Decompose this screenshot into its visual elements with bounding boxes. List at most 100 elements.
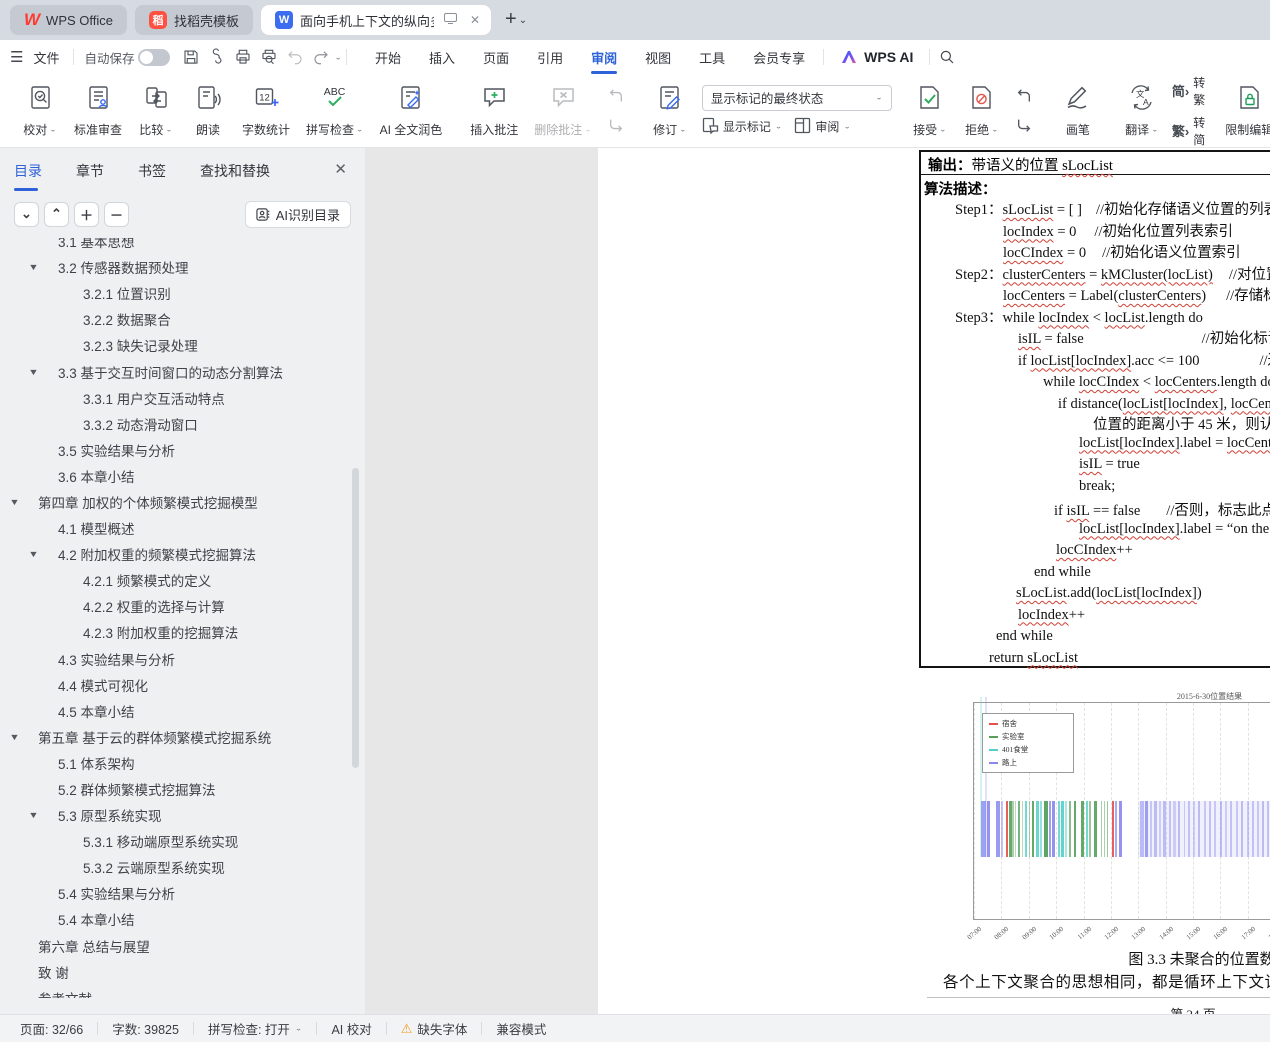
redo-icon[interactable] [308, 45, 334, 69]
删除批注-button[interactable]: 删除批注 ⌄ [526, 80, 600, 142]
toc-item[interactable]: 5.1 体系架构 [0, 750, 365, 776]
prev-change-button[interactable] [1012, 87, 1036, 107]
toc-item[interactable]: 4.2.1 频繁模式的定义 [0, 567, 365, 593]
undo-icon[interactable] [282, 45, 308, 69]
toc-item[interactable]: ▼ 第五章 基于云的群体频繁模式挖掘系统 [0, 724, 365, 750]
tab-list-chevron-icon[interactable]: ⌄ [519, 15, 527, 26]
share-icon[interactable] [204, 45, 230, 69]
toc-expand-arrow-icon[interactable]: ▼ [28, 549, 39, 559]
字数统计-button[interactable]: 12 字数统计 [234, 80, 298, 142]
toc-item[interactable]: 4.3 实验结果与分析 [0, 646, 365, 672]
menu-item-会员专享[interactable]: 会员专享 [739, 40, 819, 74]
审阅-button[interactable]: 审阅 ⌄ [794, 117, 851, 137]
toc-item[interactable]: 3.6 本章小结 [0, 463, 365, 489]
toc-item[interactable]: 5.2 群体频繁模式挖掘算法 [0, 776, 365, 802]
panel-tab-书签[interactable]: 书签 [138, 157, 166, 185]
tab-docer-template[interactable]: 稻 找稻壳模板 [135, 5, 254, 35]
toc-item[interactable]: ▼ 第四章 加权的个体频繁模式挖掘模型 [0, 489, 365, 515]
split-window-icon[interactable] [441, 13, 460, 27]
toc-item[interactable]: 5.4 实验结果与分析 [0, 880, 365, 906]
menu-item-视图[interactable]: 视图 [631, 40, 685, 74]
toc-item[interactable]: 3.3.1 用户交互活动特点 [0, 385, 365, 411]
menu-item-引用[interactable]: 引用 [523, 40, 577, 74]
panel-tab-查找和替换[interactable]: 查找和替换 [200, 157, 270, 185]
panel-scrollbar[interactable] [352, 468, 359, 768]
限制编辑-button[interactable]: 限制编辑 [1217, 80, 1270, 142]
print-icon[interactable] [230, 45, 256, 69]
menu-item-页面[interactable]: 页面 [469, 40, 523, 74]
print-preview-icon[interactable] [256, 45, 282, 69]
toc-expand-arrow-icon[interactable]: ▼ [28, 810, 39, 820]
save-icon[interactable] [178, 45, 204, 69]
toc-zoom-in-button[interactable]: ＋ [74, 201, 99, 227]
hamburger-icon[interactable]: ☰ [0, 48, 33, 66]
翻译-button[interactable]: 文 A 翻译 ⌄ [1116, 80, 1168, 142]
显示标记-button[interactable]: 显示标记 ⌄ [702, 117, 782, 137]
toc-item[interactable]: 致 谢 [0, 959, 365, 985]
toc-item[interactable]: 4.1 模型概述 [0, 515, 365, 541]
toc-zoom-out-button[interactable]: － [104, 201, 129, 227]
toc-collapse-button[interactable]: ⌄ [14, 201, 39, 227]
status-spellcheck[interactable]: 拼写检查: 打开 ⌄ [194, 1019, 317, 1038]
menu-item-审阅[interactable]: 审阅 [577, 40, 631, 74]
toc-item[interactable]: 5.3.1 移动端原型系统实现 [0, 828, 365, 854]
toc-item[interactable]: ▼ 5.3 原型系统实现 [0, 802, 365, 828]
status-compat-mode[interactable]: 兼容模式 [482, 1019, 560, 1038]
toc-expand-arrow-icon[interactable]: ▼ [9, 497, 20, 507]
画笔-button[interactable]: 画笔 [1052, 80, 1104, 142]
toc-item[interactable]: 4.5 本章小结 [0, 698, 365, 724]
markup-state-select[interactable]: 显示标记的最终状态 ⌄ [701, 84, 892, 111]
toc-item[interactable]: 3.1 基本思想 [0, 238, 365, 254]
toc-item[interactable]: 3.2.3 缺失记录处理 [0, 332, 365, 358]
标准审查-button[interactable]: 标准审查 [66, 80, 130, 142]
prev-comment-button[interactable] [604, 87, 628, 107]
document-area[interactable]: 输出：带语义的位置 sLocList 算法描述： Step1：sLocList … [365, 148, 1270, 1014]
拼写检查-button[interactable]: ABC 拼写检查 ⌄ [298, 80, 372, 142]
toc-expand-arrow-icon[interactable]: ▼ [28, 367, 39, 377]
插入批注-button[interactable]: 插入批注 [462, 80, 526, 142]
status-ai-proof[interactable]: AI 校对 [317, 1019, 385, 1038]
toc-item[interactable]: 第六章 总结与展望 [0, 933, 365, 959]
转繁-button[interactable]: 简› 转繁 [1172, 74, 1205, 108]
toc-expand-arrow-icon[interactable]: ▼ [28, 262, 39, 272]
status-missing-font[interactable]: ⚠ 缺失字体 [387, 1019, 482, 1038]
比较-button[interactable]: 比较 ⌄ [130, 80, 182, 142]
校对-button[interactable]: 校对 ⌄ [14, 80, 66, 142]
panel-tab-章节[interactable]: 章节 [76, 157, 104, 185]
拒绝-button[interactable]: 拒绝 ⌄ [956, 80, 1008, 142]
new-tab-icon[interactable]: + [505, 8, 517, 31]
toc-item[interactable]: 3.3.2 动态滑动窗口 [0, 411, 365, 437]
next-comment-button[interactable] [604, 115, 628, 135]
search-icon[interactable] [934, 45, 960, 69]
转简-button[interactable]: 繁› 转简 [1172, 114, 1205, 148]
toc-item[interactable]: ▼ 3.3 基于交互时间窗口的动态分割算法 [0, 358, 365, 384]
接受-button[interactable]: 接受 ⌄ [904, 80, 956, 142]
close-tab-icon[interactable]: ✕ [467, 13, 483, 27]
status-word-count[interactable]: 字数: 39825 [98, 1019, 193, 1038]
toc-item[interactable]: 5.3.2 云端原型系统实现 [0, 854, 365, 880]
toc-item[interactable]: ▼ 4.2 附加权重的频繁模式挖掘算法 [0, 541, 365, 567]
panel-tab-目录[interactable]: 目录 [14, 157, 42, 191]
next-change-button[interactable] [1012, 115, 1036, 135]
toc-item[interactable]: ▼ 3.2 传感器数据预处理 [0, 254, 365, 280]
toc-item[interactable]: 参考文献 [0, 985, 365, 998]
toc-expand-button[interactable]: ⌃ [44, 201, 69, 227]
toc-expand-arrow-icon[interactable]: ▼ [9, 732, 20, 742]
toc-item[interactable]: 3.2.1 位置识别 [0, 280, 365, 306]
tab-wps-office[interactable]: W WPS Office [10, 5, 127, 35]
ai-recognize-toc-button[interactable]: AI识别目录 [244, 200, 351, 228]
autosave-toggle[interactable] [138, 48, 171, 66]
panel-close-icon[interactable]: ✕ [334, 160, 347, 178]
toc-item[interactable]: 4.4 模式可视化 [0, 672, 365, 698]
wps-ai-button[interactable]: WPS AI [828, 49, 925, 65]
menu-item-开始[interactable]: 开始 [361, 40, 415, 74]
AI 全文润色-button[interactable]: AI 全文润色 [372, 80, 451, 142]
toc-item[interactable]: 5.4 本章小结 [0, 906, 365, 932]
menu-item-工具[interactable]: 工具 [685, 40, 739, 74]
quickbar-more-chevron-icon[interactable]: ⌄ [334, 53, 342, 62]
toc-item[interactable]: 3.5 实验结果与分析 [0, 437, 365, 463]
tab-document[interactable]: W 面向手机上下文的纵向多源数 ✕ [261, 5, 492, 35]
toc-item[interactable]: 4.2.3 附加权重的挖掘算法 [0, 619, 365, 645]
menu-item-插入[interactable]: 插入 [415, 40, 469, 74]
朗读-button[interactable]: 朗读 [182, 80, 234, 142]
